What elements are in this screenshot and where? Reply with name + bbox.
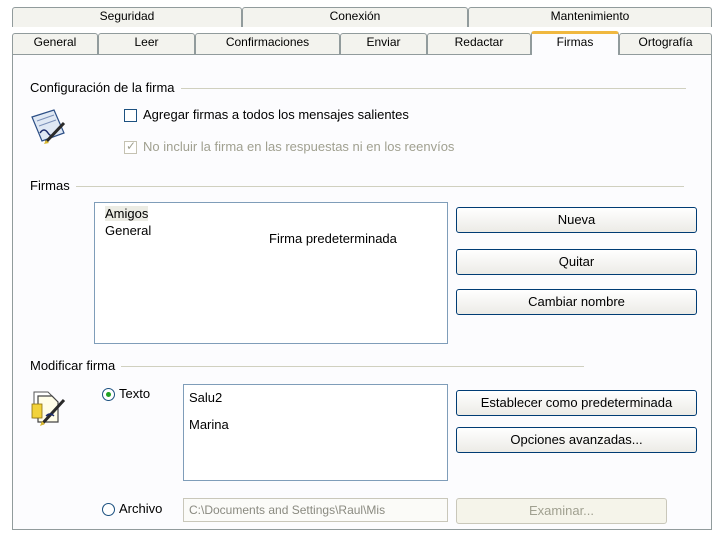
- list-item[interactable]: Amigos: [105, 206, 149, 221]
- set-default-button[interactable]: Establecer como predeterminada: [456, 390, 697, 416]
- remove-signature-button[interactable]: Quitar: [456, 249, 697, 275]
- tab-general[interactable]: General: [12, 33, 98, 55]
- tab-firmas[interactable]: Firmas: [531, 31, 619, 55]
- tab-label: Ortografía: [638, 35, 693, 49]
- tab-label: Conexión: [329, 9, 381, 23]
- tab-confirmaciones[interactable]: Confirmaciones: [195, 33, 340, 55]
- new-signature-button[interactable]: Nueva: [456, 207, 697, 233]
- add-signature-all-checkbox[interactable]: [124, 109, 137, 122]
- document-pen-icon: [28, 386, 72, 428]
- firmas-divider: [30, 186, 684, 187]
- add-signature-all-label: Agregar firmas a todos los mensajes sali…: [143, 107, 409, 122]
- rename-signature-button[interactable]: Cambiar nombre: [456, 289, 697, 315]
- selected-dot-icon: [106, 392, 111, 397]
- default-signature-note: Firma predeterminada: [269, 231, 397, 246]
- tab-label: Enviar: [366, 35, 401, 49]
- tab-label: General: [33, 35, 77, 49]
- signature-text-line: Salu2: [189, 390, 223, 405]
- signature-name: Amigos: [105, 206, 149, 221]
- tab-seguridad[interactable]: Seguridad: [12, 7, 242, 27]
- signatures-list[interactable]: Amigos General Firma predeterminada: [94, 202, 448, 344]
- edit-group-title: Modificar firma: [30, 358, 122, 373]
- signature-text-editor[interactable]: Salu2 Marina: [183, 384, 448, 481]
- advanced-options-button[interactable]: Opciones avanzadas...: [456, 427, 697, 453]
- tab-label: Leer: [134, 35, 159, 49]
- tab-mantenimiento[interactable]: Mantenimiento: [468, 7, 712, 27]
- signature-file-path-field[interactable]: C:\Documents and Settings\Raul\Mis: [183, 498, 448, 522]
- tab-redactar[interactable]: Redactar: [427, 33, 531, 55]
- text-option-label: Texto: [119, 386, 151, 401]
- no-reply-signature-checkbox[interactable]: ✓: [124, 139, 137, 154]
- file-option-label: Archivo: [119, 501, 163, 516]
- firmas-group-title: Firmas: [30, 178, 76, 193]
- checkmark-icon: ✓: [126, 139, 137, 153]
- tab-conexion[interactable]: Conexión: [242, 7, 468, 27]
- no-reply-signature-label: No incluir la firma en las respuestas ni…: [143, 139, 455, 154]
- list-item[interactable]: General: [105, 223, 151, 238]
- browse-button[interactable]: Examinar...: [456, 498, 667, 524]
- tab-ortografia[interactable]: Ortografía: [619, 33, 712, 55]
- tab-label: Confirmaciones: [225, 35, 310, 49]
- tab-leer[interactable]: Leer: [98, 33, 195, 55]
- tab-enviar[interactable]: Enviar: [340, 33, 427, 55]
- file-option-radio[interactable]: [102, 503, 115, 516]
- tab-label: Seguridad: [99, 9, 155, 23]
- signature-name: General: [105, 223, 152, 238]
- tab-label: Mantenimiento: [550, 9, 630, 23]
- tab-label: Firmas: [556, 35, 594, 49]
- pen-signature-icon: [28, 107, 70, 149]
- tab-label: Redactar: [454, 35, 504, 49]
- text-option-radio[interactable]: [102, 388, 115, 401]
- signature-text-line: Marina: [189, 417, 229, 432]
- config-group-title: Configuración de la firma: [30, 80, 181, 95]
